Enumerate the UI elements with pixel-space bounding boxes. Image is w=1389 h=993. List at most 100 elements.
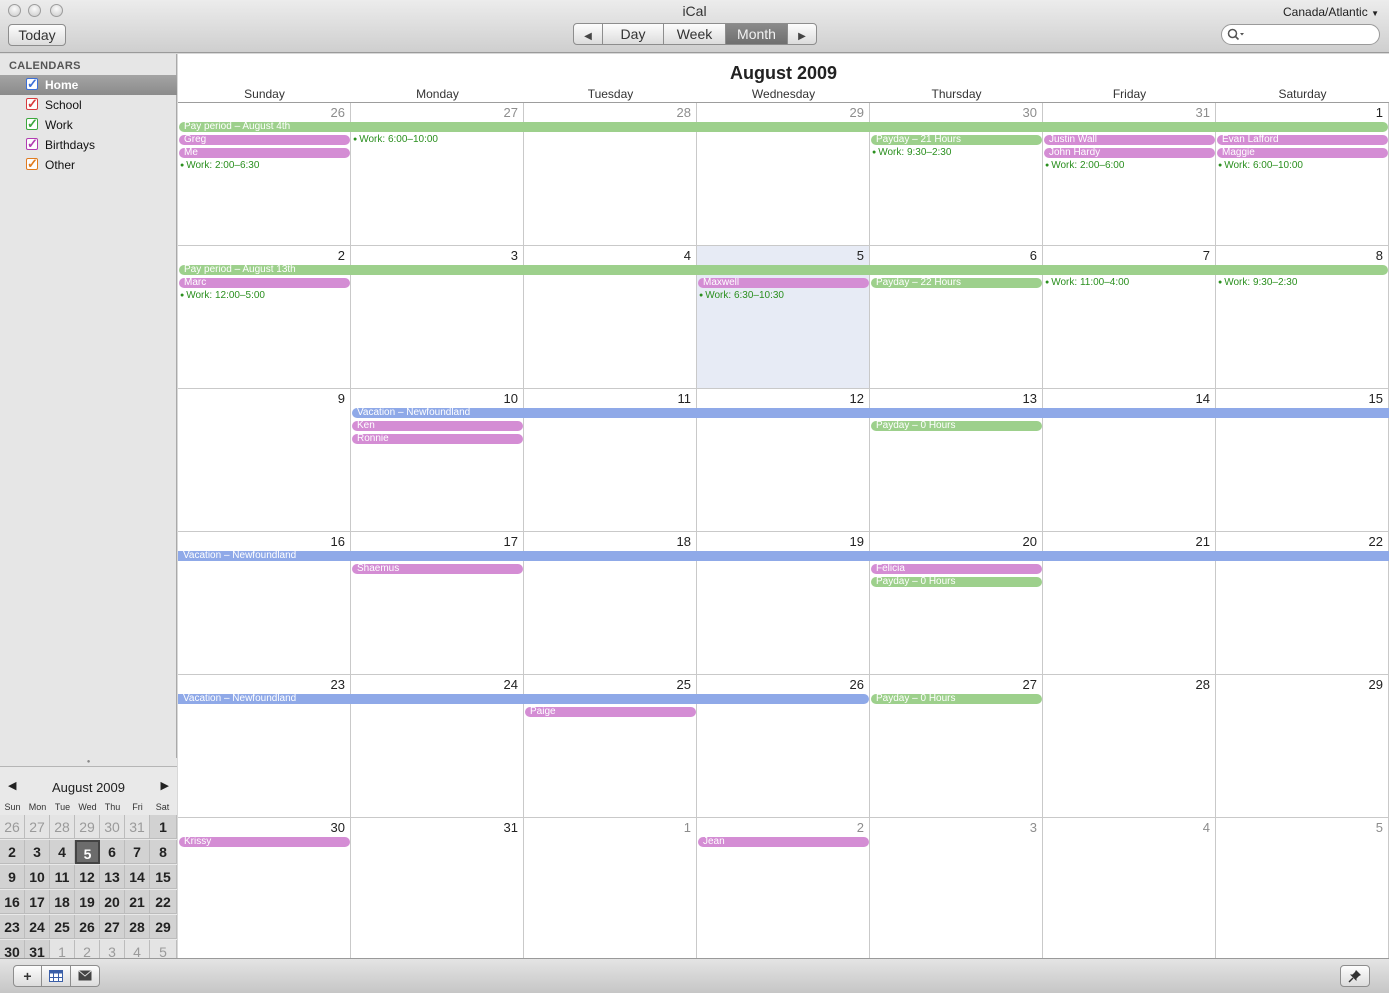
day-cell[interactable]: 31 xyxy=(351,818,524,961)
mini-calendar-day[interactable]: 18 xyxy=(50,890,75,914)
day-cell[interactable]: 1 xyxy=(524,818,697,961)
calendar-item-other[interactable]: ✓ Other xyxy=(0,155,177,175)
next-button[interactable]: ▶ xyxy=(788,24,816,44)
all-day-event[interactable]: Justin Wall xyxy=(1044,135,1215,145)
mini-calendar-day[interactable]: 29 xyxy=(75,815,100,839)
all-day-event[interactable]: Paige xyxy=(525,707,696,717)
view-week-button[interactable]: Week xyxy=(664,24,726,44)
calendar-checkbox[interactable]: ✓ xyxy=(26,117,38,130)
all-day-event[interactable]: Maggie xyxy=(1217,148,1388,158)
all-day-event[interactable]: Payday – 22 Hours xyxy=(871,278,1042,288)
mini-calendar-day[interactable]: 5 xyxy=(75,840,100,864)
mini-calendar-day[interactable]: 23 xyxy=(0,915,25,939)
all-day-event[interactable]: Greg xyxy=(179,135,350,145)
mini-calendar-day[interactable]: 17 xyxy=(25,890,50,914)
mini-calendar-day[interactable]: 2 xyxy=(0,840,25,864)
all-day-event[interactable]: Ronnie xyxy=(352,434,523,444)
mini-calendar-day[interactable]: 24 xyxy=(25,915,50,939)
day-cell[interactable]: 5 xyxy=(1216,818,1389,961)
view-day-button[interactable]: Day xyxy=(603,24,664,44)
timed-event[interactable]: Work: 9:30–2:30 xyxy=(1218,277,1387,289)
mini-calendar-day[interactable]: 9 xyxy=(0,865,25,889)
search-input[interactable] xyxy=(1246,27,1374,42)
all-day-event[interactable]: Payday – 0 Hours xyxy=(871,421,1042,431)
mini-calendar-day[interactable]: 7 xyxy=(125,840,150,864)
all-day-event[interactable]: Felicia xyxy=(871,564,1042,574)
day-cell[interactable]: 4 xyxy=(1043,818,1216,961)
mini-calendar-day[interactable]: 4 xyxy=(50,840,75,864)
view-month-button[interactable]: Month xyxy=(726,24,788,44)
mini-calendar-day[interactable]: 30 xyxy=(100,815,125,839)
mini-calendar-day[interactable]: 29 xyxy=(150,915,177,939)
all-day-event[interactable]: Jean xyxy=(698,837,869,847)
mini-calendar-day[interactable]: 27 xyxy=(100,915,125,939)
sidebar-splitter[interactable]: ● xyxy=(0,758,177,766)
mini-calendar-day[interactable]: 12 xyxy=(75,865,100,889)
timed-event[interactable]: Work: 6:00–10:00 xyxy=(1218,160,1387,172)
mini-calendar-day[interactable]: 28 xyxy=(125,915,150,939)
all-day-event[interactable]: Me xyxy=(179,148,350,158)
day-cell[interactable]: 29 xyxy=(1216,675,1389,818)
all-day-event[interactable]: Payday – 0 Hours xyxy=(871,694,1042,704)
timed-event[interactable]: Work: 2:00–6:00 xyxy=(1045,160,1214,172)
pin-button[interactable] xyxy=(1340,965,1370,987)
mini-calendar-day[interactable]: 21 xyxy=(125,890,150,914)
calendar-checkbox[interactable]: ✓ xyxy=(26,137,38,150)
mini-calendar-day[interactable]: 8 xyxy=(150,840,177,864)
mini-calendar-day[interactable]: 22 xyxy=(150,890,177,914)
all-day-event[interactable]: Pay period – August 4th xyxy=(179,122,1388,132)
calendar-item-school[interactable]: ✓ School xyxy=(0,95,177,115)
all-day-event[interactable]: Krissy xyxy=(179,837,350,847)
all-day-event[interactable]: Pay period – August 13th xyxy=(179,265,1388,275)
mini-calendar-day[interactable]: 20 xyxy=(100,890,125,914)
mini-next-month-icon[interactable]: ▶ xyxy=(161,779,169,792)
day-cell[interactable]: 9 xyxy=(178,389,351,532)
mini-calendar-day[interactable]: 27 xyxy=(25,815,50,839)
timed-event[interactable]: Work: 6:30–10:30 xyxy=(699,290,868,302)
today-button[interactable]: Today xyxy=(8,24,66,46)
show-notifications-button[interactable] xyxy=(71,965,100,987)
mini-calendar-day[interactable]: 16 xyxy=(0,890,25,914)
all-day-event[interactable]: Marc xyxy=(179,278,350,288)
mini-calendar-day[interactable]: 31 xyxy=(125,815,150,839)
all-day-event[interactable]: Vacation – Newfoundland xyxy=(178,694,869,704)
mini-calendar-day[interactable]: 14 xyxy=(125,865,150,889)
calendar-checkbox[interactable]: ✓ xyxy=(26,97,38,110)
all-day-event[interactable]: Vacation – Newfoundland xyxy=(352,408,1389,418)
day-cell[interactable]: 28 xyxy=(1043,675,1216,818)
mini-calendar-day[interactable]: 26 xyxy=(75,915,100,939)
mini-calendar-day[interactable]: 19 xyxy=(75,890,100,914)
calendar-checkbox[interactable]: ✓ xyxy=(26,77,38,90)
mini-calendar-day[interactable]: 11 xyxy=(50,865,75,889)
all-day-event[interactable]: Maxwell xyxy=(698,278,869,288)
all-day-event[interactable]: Ken xyxy=(352,421,523,431)
timed-event[interactable]: Work: 2:00–6:30 xyxy=(180,160,349,172)
timed-event[interactable]: Work: 11:00–4:00 xyxy=(1045,277,1214,289)
calendar-item-work[interactable]: ✓ Work xyxy=(0,115,177,135)
calendar-item-home[interactable]: ✓ Home xyxy=(0,75,177,95)
show-mini-calendar-button[interactable] xyxy=(42,965,71,987)
all-day-event[interactable]: Vacation – Newfoundland xyxy=(178,551,1389,561)
timed-event[interactable]: Work: 9:30–2:30 xyxy=(872,147,1041,159)
mini-calendar-day[interactable]: 3 xyxy=(25,840,50,864)
previous-button[interactable]: ◀ xyxy=(574,24,603,44)
timezone-menu[interactable]: Canada/Atlantic ▼ xyxy=(1283,5,1379,19)
timed-event[interactable]: Work: 12:00–5:00 xyxy=(180,290,349,302)
all-day-event[interactable]: Payday – 21 Hours xyxy=(871,135,1042,145)
mini-calendar-day[interactable]: 1 xyxy=(150,815,177,839)
all-day-event[interactable]: Payday – 0 Hours xyxy=(871,577,1042,587)
mini-calendar-day[interactable]: 28 xyxy=(50,815,75,839)
timed-event[interactable]: Work: 6:00–10:00 xyxy=(353,134,522,146)
all-day-event[interactable]: Shaemus xyxy=(352,564,523,574)
all-day-event[interactable]: Evan Lafford xyxy=(1217,135,1388,145)
all-day-event[interactable]: John Hardy xyxy=(1044,148,1215,158)
mini-calendar-day[interactable]: 25 xyxy=(50,915,75,939)
day-cell[interactable]: 3 xyxy=(870,818,1043,961)
calendar-item-birthdays[interactable]: ✓ Birthdays xyxy=(0,135,177,155)
search-field[interactable] xyxy=(1221,24,1380,45)
add-calendar-button[interactable]: + xyxy=(13,965,42,987)
mini-calendar-day[interactable]: 6 xyxy=(100,840,125,864)
calendar-checkbox[interactable]: ✓ xyxy=(26,157,38,170)
mini-calendar-day[interactable]: 26 xyxy=(0,815,25,839)
mini-calendar-day[interactable]: 13 xyxy=(100,865,125,889)
